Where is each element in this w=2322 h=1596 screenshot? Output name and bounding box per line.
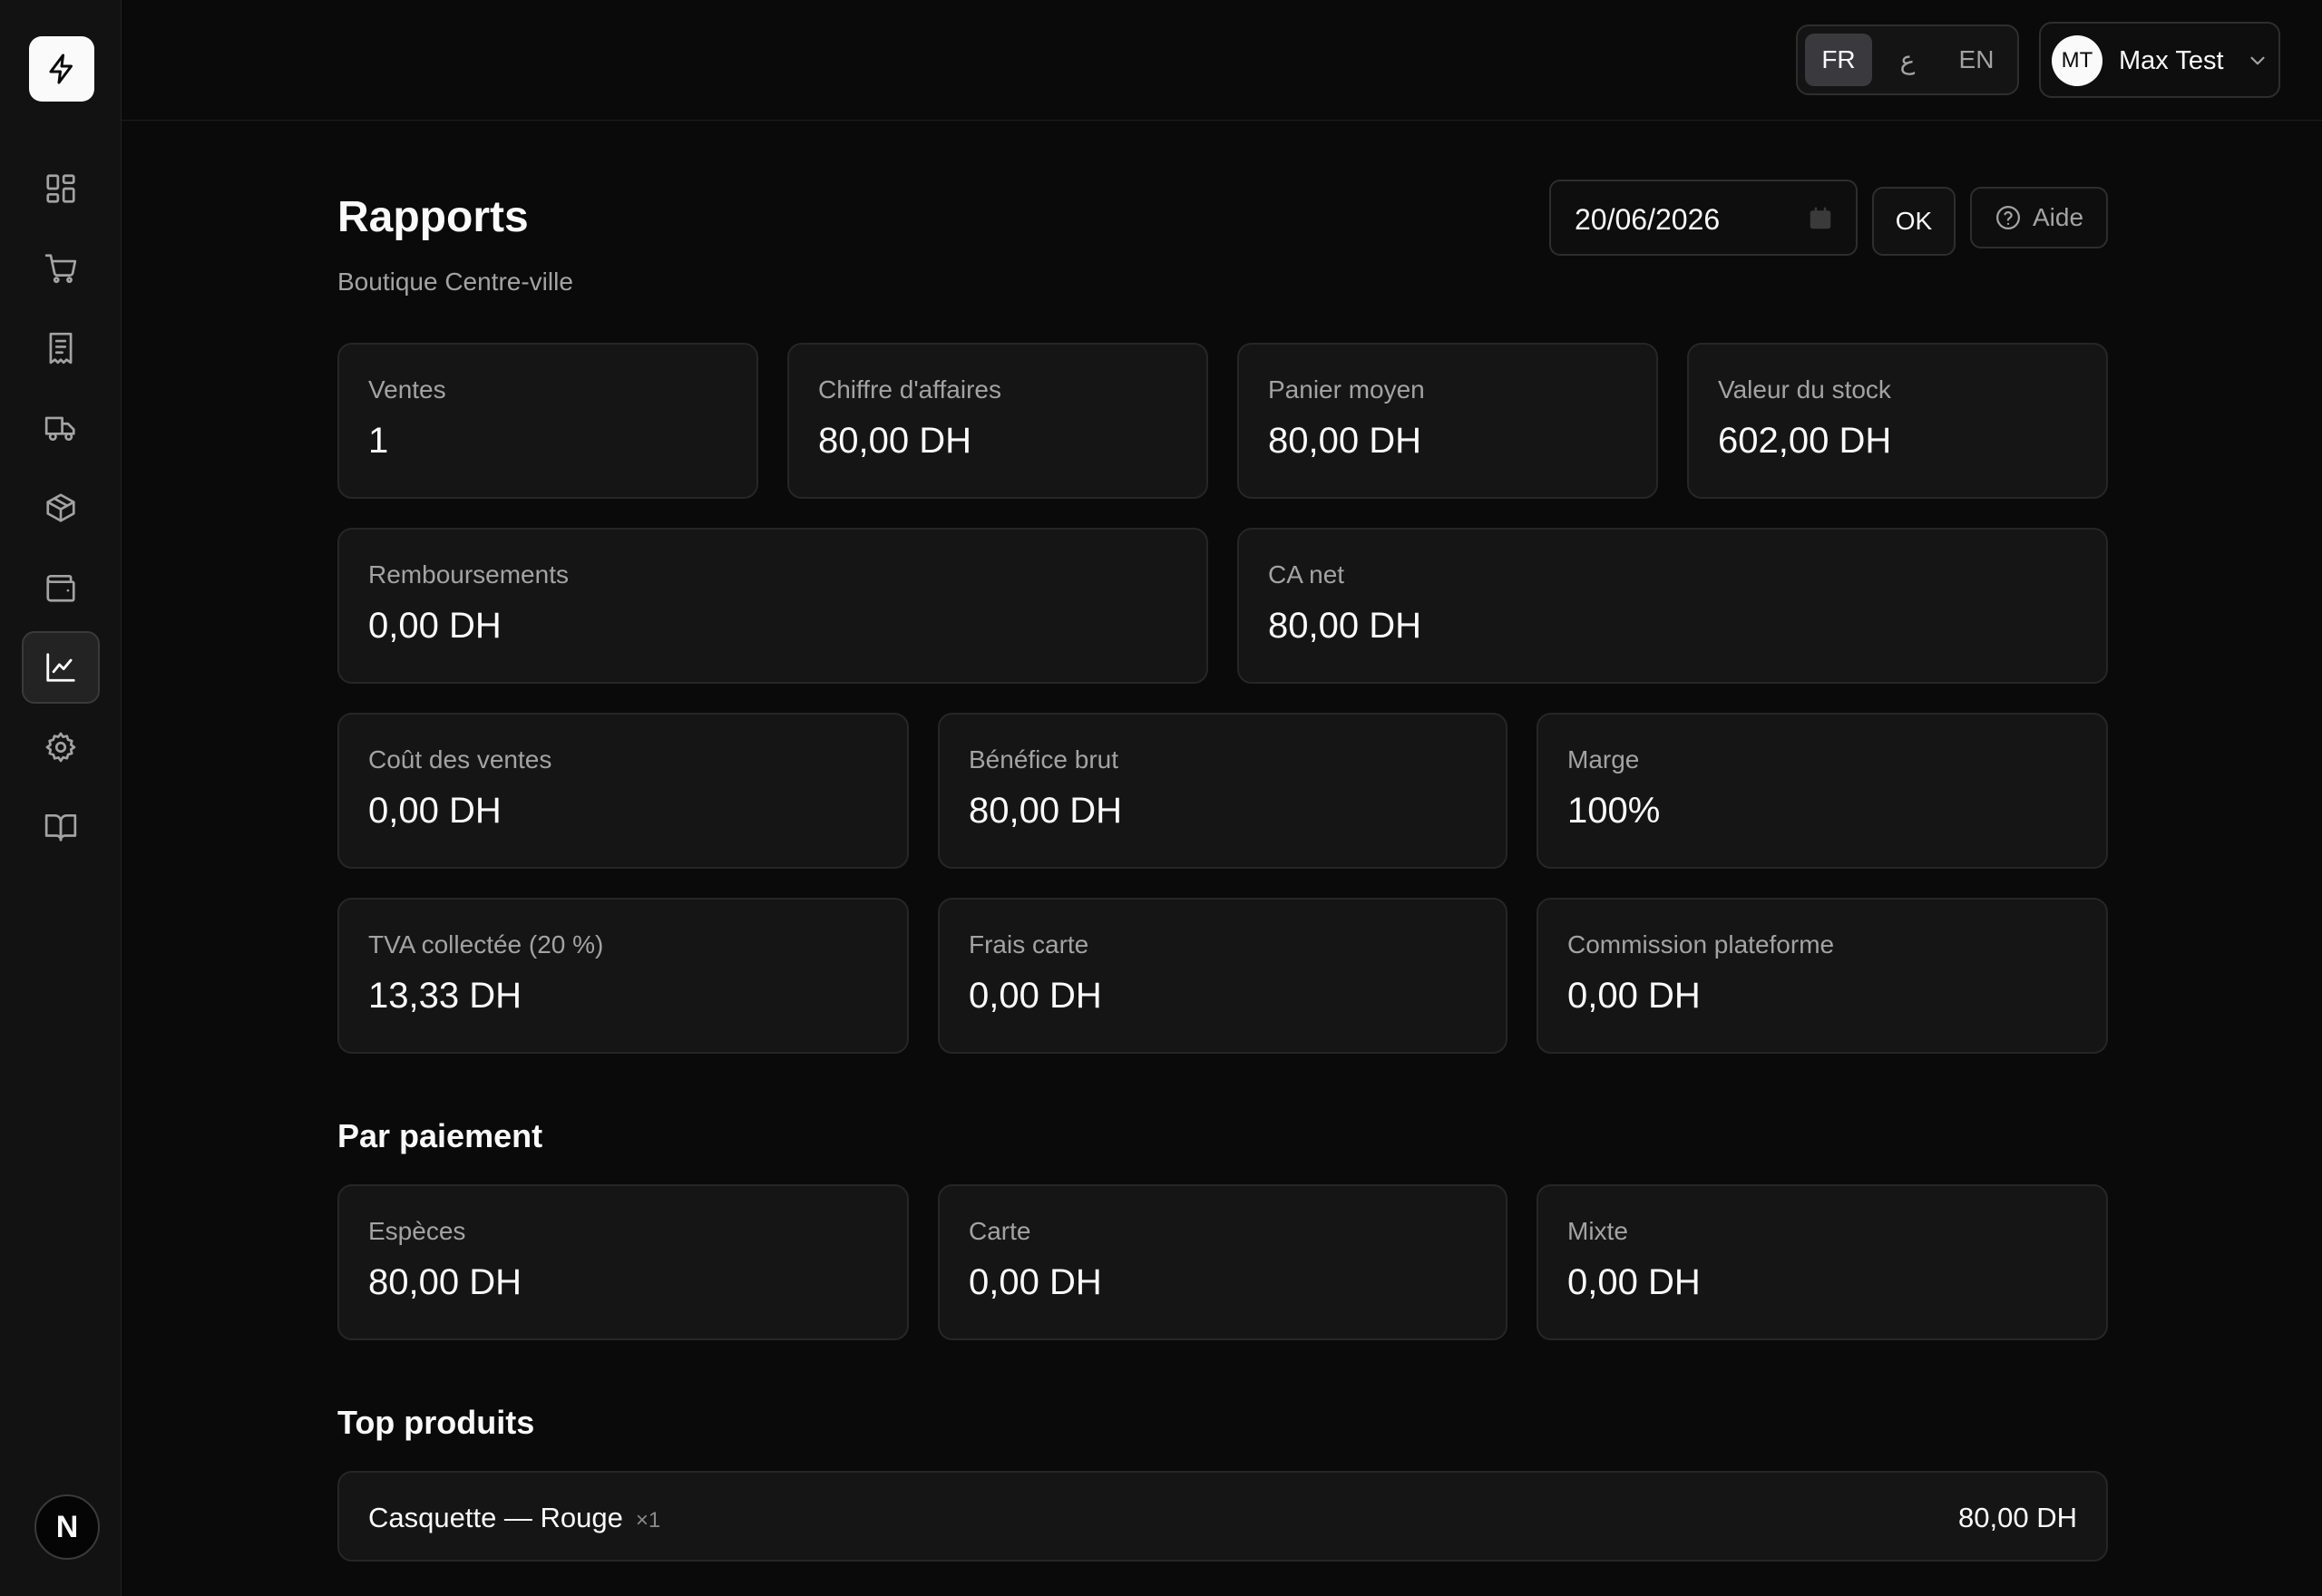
stat-card-revenue: Chiffre d'affaires 80,00 DH (787, 343, 1208, 499)
help-label: Aide (2032, 203, 2084, 231)
sidebar-item-deliveries[interactable] (22, 392, 100, 464)
stat-value: 602,00 DH (1718, 421, 1892, 461)
stat-value: 0,00 DH (368, 606, 502, 646)
lang-ar-button[interactable]: ع (1874, 34, 1941, 86)
page-subtitle: Boutique Centre-ville (337, 268, 573, 296)
stat-value: 80,00 DH (1268, 606, 1421, 646)
sidebar-item-dashboard[interactable] (22, 152, 100, 225)
payment-card-card: Carte 0,00 DH (938, 1184, 1507, 1340)
payment-label: Mixte (1567, 1217, 1628, 1245)
chevron-down-icon (2250, 56, 2265, 65)
payment-section-title: Par paiement (337, 1117, 543, 1154)
product-total: 80,00 DH (1958, 1502, 2077, 1533)
stat-card-card-fees: Frais carte 0,00 DH (938, 898, 1507, 1054)
stat-label: Valeur du stock (1718, 375, 1891, 404)
sidebar-item-products[interactable] (22, 472, 100, 544)
dashboard-icon (46, 174, 75, 203)
stat-value: 1 (368, 421, 389, 461)
stat-label: TVA collectée (20 %) (368, 930, 604, 959)
product-info: Casquette — Rouge ×1 (368, 1502, 660, 1534)
product-qty: ×1 (635, 1508, 661, 1533)
product-name: Casquette — Rouge (368, 1502, 623, 1533)
stat-card-net-revenue: CA net 80,00 DH (1237, 528, 2108, 684)
stat-card-margin: Marge 100% (1537, 713, 2108, 869)
stat-value: 13,33 DH (368, 976, 522, 1016)
wallet-icon (46, 574, 75, 602)
sidebar-item-wallet[interactable] (22, 551, 100, 624)
top-products-title: Top produits (337, 1404, 535, 1441)
user-menu-button[interactable]: MT Max Test (2039, 22, 2280, 98)
list-item: Casquette — Rouge ×1 80,00 DH (337, 1471, 2108, 1562)
stat-value: 0,00 DH (969, 976, 1102, 1016)
sidebar-item-invoices[interactable] (22, 312, 100, 384)
stat-card-vat: TVA collectée (20 %) 13,33 DH (337, 898, 909, 1054)
stat-card-sales: Ventes 1 (337, 343, 758, 499)
payment-value: 0,00 DH (1567, 1262, 1701, 1302)
payment-value: 0,00 DH (969, 1262, 1102, 1302)
stat-label: Commission plateforme (1567, 930, 1835, 959)
stat-label: Panier moyen (1268, 375, 1425, 404)
book-icon (44, 813, 77, 842)
payment-card-mixed: Mixte 0,00 DH (1537, 1184, 2108, 1340)
avatar: MT (2052, 35, 2102, 86)
stat-label: Remboursements (368, 560, 569, 589)
stat-card-stock-value: Valeur du stock 602,00 DH (1687, 343, 2108, 499)
bolt-icon (49, 54, 73, 84)
stat-label: Frais carte (969, 930, 1089, 959)
stat-card-cost-of-sales: Coût des ventes 0,00 DH (337, 713, 909, 869)
app-root: N FR ع EN MT Max Test Rapports Boutique … (0, 0, 2322, 1596)
date-input[interactable]: 20/06/2026 (1549, 180, 1858, 256)
stat-label: Coût des ventes (368, 745, 552, 774)
package-icon (46, 493, 75, 522)
calendar-icon[interactable] (1807, 205, 1834, 232)
cart-icon (44, 254, 77, 284)
sidebar-item-sales[interactable] (22, 232, 100, 305)
stat-card-gross-profit: Bénéfice brut 80,00 DH (938, 713, 1507, 869)
chart-line-icon (46, 653, 75, 682)
sidebar-item-reports[interactable] (22, 631, 100, 704)
stat-value: 80,00 DH (1268, 421, 1421, 461)
stat-value: 80,00 DH (969, 791, 1122, 831)
sidebar: N (0, 0, 122, 1596)
stat-value: 0,00 DH (368, 791, 502, 831)
ok-button[interactable]: OK (1872, 187, 1956, 256)
receipt-icon (49, 332, 73, 365)
help-button[interactable]: Aide (1970, 187, 2108, 248)
stat-label: Bénéfice brut (969, 745, 1118, 774)
stat-card-platform-fee: Commission plateforme 0,00 DH (1537, 898, 2108, 1054)
sidebar-item-settings[interactable] (22, 711, 100, 783)
stat-label: Ventes (368, 375, 446, 404)
stat-value: 0,00 DH (1567, 976, 1701, 1016)
page-title: Rapports (337, 193, 529, 241)
date-value: 20/06/2026 (1575, 203, 1721, 236)
lang-en-button[interactable]: EN (1943, 34, 2010, 86)
topbar: FR ع EN MT Max Test (122, 0, 2322, 121)
stat-value: 100% (1567, 791, 1661, 831)
settings-icon (45, 732, 76, 763)
payment-value: 80,00 DH (368, 1262, 522, 1302)
stat-label: CA net (1268, 560, 1345, 589)
user-name: Max Test (2119, 46, 2224, 75)
sidebar-item-docs[interactable] (22, 791, 100, 863)
stat-card-refunds: Remboursements 0,00 DH (337, 528, 1208, 684)
app-logo[interactable] (29, 36, 94, 102)
language-switcher: FR ع EN (1796, 24, 2019, 95)
stat-label: Marge (1567, 745, 1640, 774)
payment-label: Espèces (368, 1217, 466, 1245)
stat-value: 80,00 DH (818, 421, 971, 461)
stat-card-average-basket: Panier moyen 80,00 DH (1237, 343, 1658, 499)
help-circle-icon (1995, 206, 2020, 229)
stat-label: Chiffre d'affaires (818, 375, 1001, 404)
framework-badge[interactable]: N (34, 1494, 100, 1560)
payment-label: Carte (969, 1217, 1031, 1245)
truck-icon (44, 416, 75, 442)
lang-fr-button[interactable]: FR (1805, 34, 1872, 86)
payment-card-cash: Espèces 80,00 DH (337, 1184, 909, 1340)
